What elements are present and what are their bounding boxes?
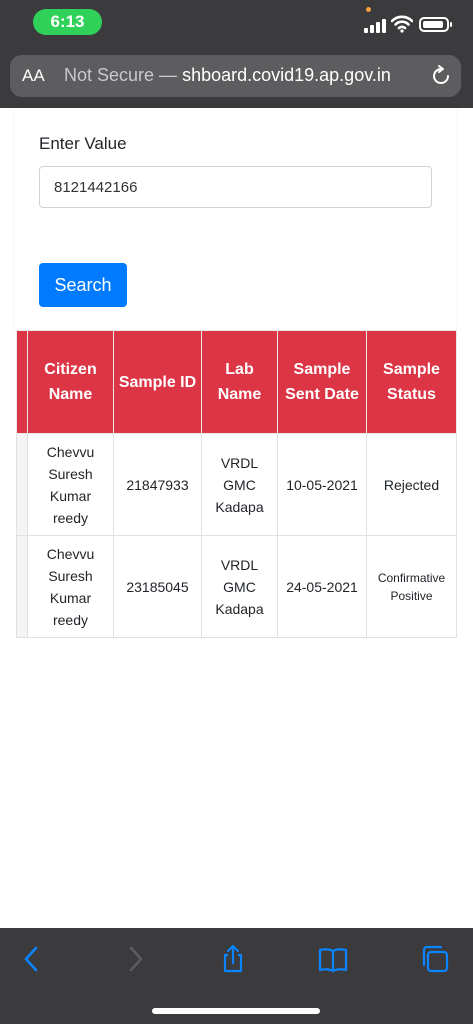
text-size-button[interactable]: AA [22,66,45,86]
url-display[interactable]: Not Secure — shboard.covid19.ap.gov.in [64,65,424,86]
table-cell-edge [16,535,28,638]
url-domain: shboard.covid19.ap.gov.in [182,65,391,85]
forward-icon[interactable] [120,944,150,974]
search-button[interactable]: Search [39,263,127,307]
table-header-row: Citizen Name Sample ID Lab Name Sample S… [16,330,457,434]
reload-icon[interactable] [429,64,453,88]
header-citizen-name: Citizen Name [27,330,114,434]
cellular-signal-icon [364,17,386,33]
table-header-edge [16,330,28,434]
security-label: Not Secure [64,65,155,85]
cell-sample-id: 23185045 [113,535,202,638]
cell-lab-name: VRDL GMC Kadapa [201,433,278,536]
results-table: Citizen Name Sample ID Lab Name Sample S… [16,330,457,638]
privacy-indicator-dot [366,7,371,12]
back-icon[interactable] [17,944,47,974]
url-separator: — [154,65,183,85]
cell-sample-sent-date: 24-05-2021 [277,535,367,638]
cell-sample-status: Rejected [366,433,457,536]
battery-icon [419,17,452,32]
status-bar: 6:13 [0,0,473,48]
table-cell-edge [16,433,28,536]
cell-citizen-name: Chevvu Suresh Kumar reedy [27,433,114,536]
table-row: Chevvu Suresh Kumar reedy 21847933 VRDL … [16,433,457,536]
bookmarks-icon[interactable] [318,944,348,974]
value-input[interactable] [39,166,432,208]
enter-value-label: Enter Value [39,134,127,153]
tabs-icon[interactable] [420,944,450,974]
cell-sample-sent-date: 10-05-2021 [277,433,367,536]
header-sample-status: Sample Status [366,330,457,434]
home-indicator[interactable] [152,1008,320,1014]
header-lab-name: Lab Name [201,330,278,434]
address-bar[interactable]: AA Not Secure — shboard.covid19.ap.gov.i… [10,55,461,97]
search-form: Enter Value Search [15,108,456,330]
wifi-icon [391,15,413,33]
header-sample-id: Sample ID [113,330,202,434]
cell-lab-name: VRDL GMC Kadapa [201,535,278,638]
cell-sample-id: 21847933 [113,433,202,536]
cell-citizen-name: Chevvu Suresh Kumar reedy [27,535,114,638]
web-page: Enter Value Search Citizen Name Sample I… [0,108,473,928]
cell-sample-status: Confirmative Positive [366,535,457,638]
header-sample-sent-date: Sample Sent Date [277,330,367,434]
share-icon[interactable] [218,944,248,974]
status-time: 6:13 [33,9,102,35]
table-row: Chevvu Suresh Kumar reedy 23185045 VRDL … [16,535,457,638]
